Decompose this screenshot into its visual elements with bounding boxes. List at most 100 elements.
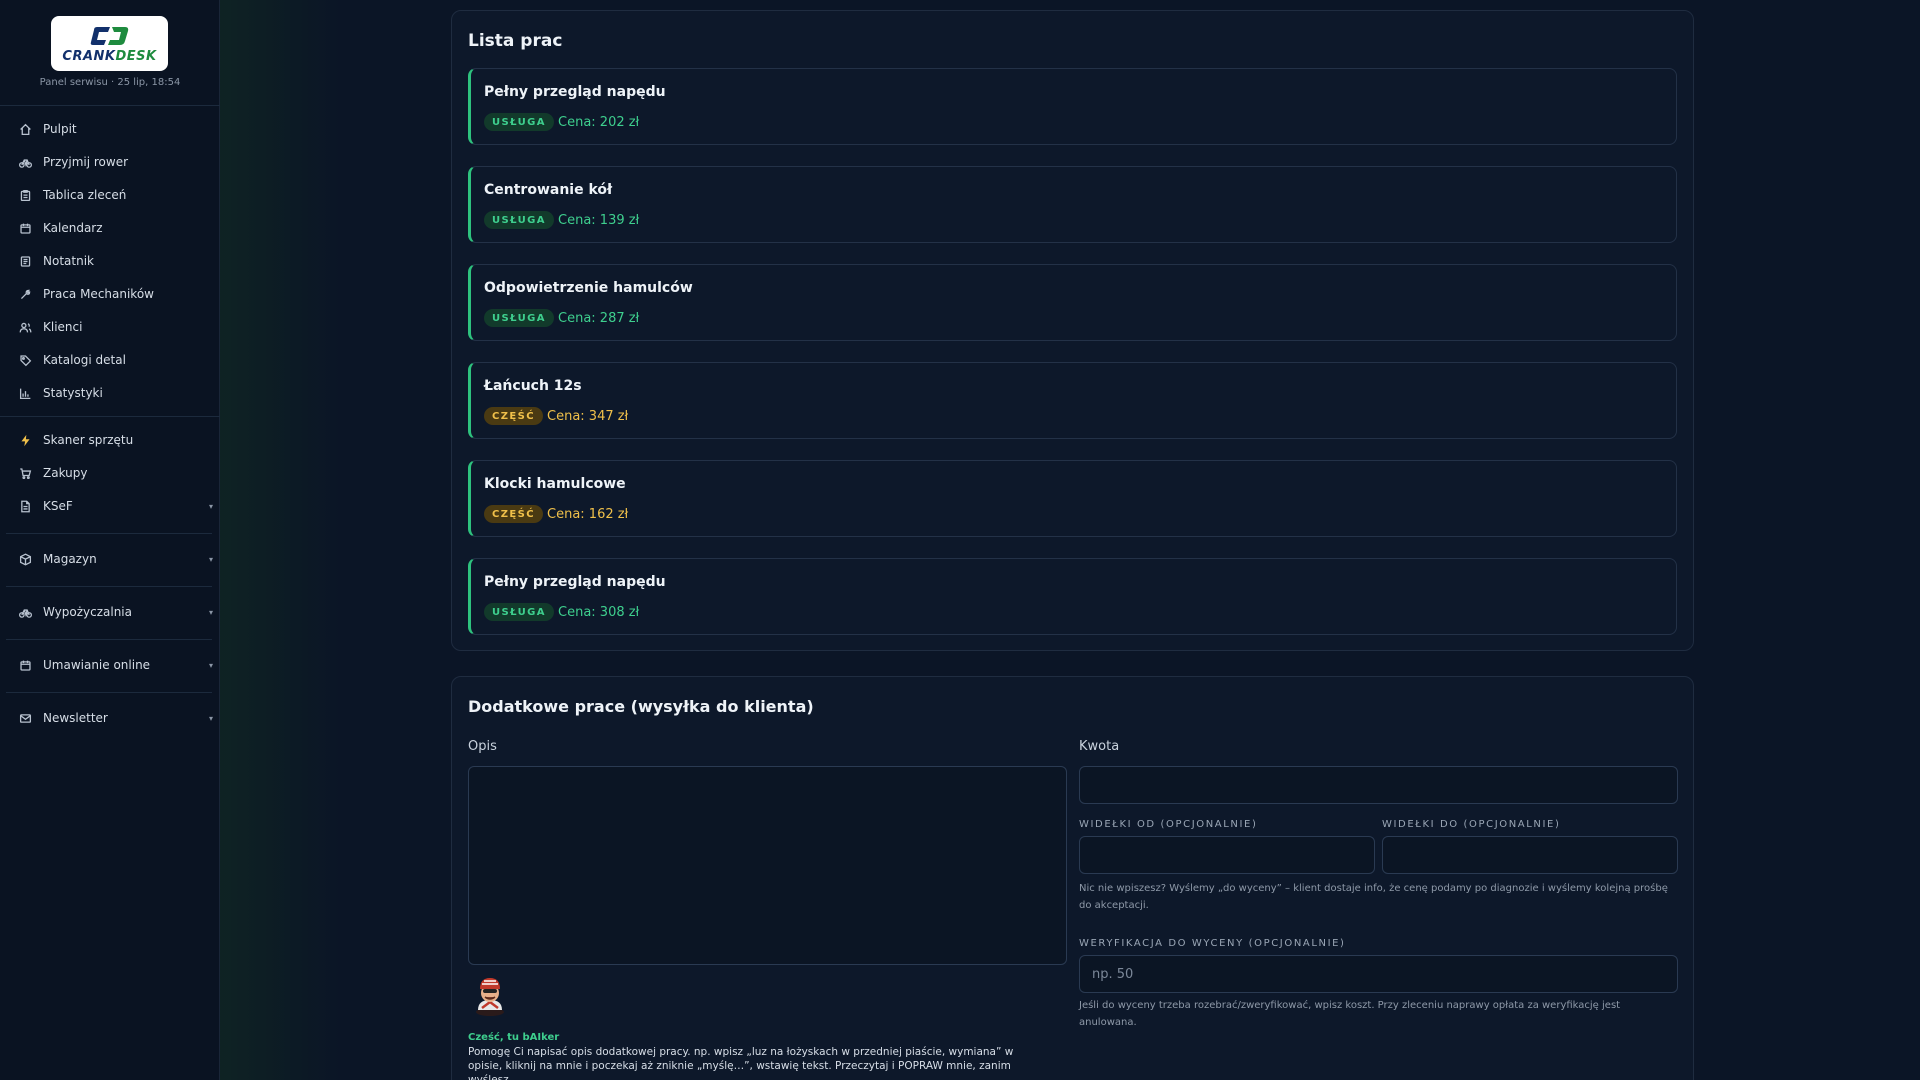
sidebar-item-statystyki[interactable]: Statystyki	[18, 383, 213, 403]
sidebar-item-label: Tablica zleceń	[43, 188, 127, 202]
mail-icon	[18, 711, 32, 725]
type-badge: CZĘŚĆ	[484, 505, 543, 523]
tag-icon	[18, 353, 32, 367]
work-item-name: Pełny przegląd napędu	[484, 574, 666, 590]
verification-hint: Jeśli do wyceny trzeba rozebrać/zweryfik…	[1079, 1000, 1621, 1028]
bike-icon	[18, 155, 32, 169]
sidebar-item-label: Umawianie online	[43, 658, 151, 672]
sidebar-group-umawianie-online[interactable]: Umawianie online ▾	[18, 655, 213, 675]
range-from-input[interactable]	[1079, 836, 1375, 874]
work-item[interactable]: Centrowanie kół USŁUGA Cena: 139 zł	[468, 166, 1677, 243]
range-to-label: WIDEŁKI DO (OPCJONALNIE)	[1382, 819, 1561, 830]
calendar-icon	[18, 658, 32, 672]
chevron-down-icon: ▾	[208, 660, 213, 670]
work-item-name: Odpowietrzenie hamulców	[484, 280, 693, 296]
work-list-panel: Lista prac Pełny przegląd napędu USŁUGA …	[451, 10, 1694, 651]
sidebar-item-pulpit[interactable]: Pulpit	[18, 119, 213, 139]
sidebar-group-newsletter[interactable]: Newsletter ▾	[18, 708, 213, 728]
chevron-down-icon: ▾	[208, 713, 213, 723]
sidebar-item-label: Klienci	[43, 320, 83, 334]
box-icon	[18, 552, 32, 566]
sidebar-item-skaner-sprzetu[interactable]: Skaner sprzętu	[18, 430, 213, 450]
nav-divider	[0, 105, 220, 106]
work-item-name: Pełny przegląd napędu	[484, 84, 666, 100]
sidebar-item-przyjmij-rower[interactable]: Przyjmij rower	[18, 152, 213, 172]
sidebar-item-label: Skaner sprzętu	[43, 433, 134, 447]
chevron-down-icon: ▾	[208, 554, 213, 564]
range-from-label: WIDEŁKI OD (OPCJONALNIE)	[1079, 819, 1258, 830]
users-icon	[18, 320, 32, 334]
wrench-icon	[18, 287, 32, 301]
panel-subtitle: Panel serwisu · 25 lip, 18:54	[39, 77, 181, 88]
range-to-input[interactable]	[1382, 836, 1678, 874]
type-badge: USŁUGA	[484, 603, 554, 621]
type-badge: USŁUGA	[484, 309, 554, 327]
range-hint: Nic nie wpiszesz? Wyślemy „do wyceny” – …	[1079, 883, 1668, 911]
nav-divider	[6, 533, 212, 534]
sidebar: CRANKDESK Panel serwisu · 25 lip, 18:54 …	[0, 0, 220, 1080]
sidebar-item-label: Magazyn	[43, 552, 97, 566]
sidebar-item-klienci[interactable]: Klienci	[18, 317, 213, 337]
sidebar-item-label: Newsletter	[43, 711, 108, 725]
amount-input[interactable]	[1079, 766, 1678, 804]
crankdesk-logo-icon	[90, 26, 128, 45]
sidebar-item-notatnik[interactable]: Notatnik	[18, 251, 213, 271]
work-item[interactable]: Pełny przegląd napędu USŁUGA Cena: 202 z…	[468, 68, 1677, 145]
bot-title: Cześć, tu bAIker	[468, 1032, 560, 1043]
document-icon	[18, 499, 32, 513]
sidebar-item-label: Wypożyczalnia	[43, 605, 132, 619]
sidebar-item-zakupy[interactable]: Zakupy	[18, 463, 213, 483]
sidebar-item-label: Notatnik	[43, 254, 94, 268]
work-item-price: Cena: 347 zł	[547, 408, 629, 424]
clipboard-icon	[18, 188, 32, 202]
sidebar-item-praca-mechanikow[interactable]: Praca Mechaników	[18, 284, 213, 304]
bot-help-text: Pomogę Ci napisać opis dodatkowej pracy.…	[468, 1046, 1014, 1080]
background-glow	[220, 0, 340, 1080]
sidebar-item-tablica-zlecen[interactable]: Tablica zleceń	[18, 185, 213, 205]
work-item[interactable]: Pełny przegląd napędu USŁUGA Cena: 308 z…	[468, 558, 1677, 635]
work-item-name: Klocki hamulcowe	[484, 476, 626, 492]
type-badge: USŁUGA	[484, 211, 554, 229]
sidebar-group-wypozyczalnia[interactable]: Wypożyczalnia ▾	[18, 602, 213, 622]
sidebar-item-label: Praca Mechaników	[43, 287, 154, 301]
chevron-down-icon: ▾	[208, 501, 213, 511]
baiker-bot-avatar-icon[interactable]	[468, 972, 512, 1016]
sidebar-item-ksef[interactable]: KSeF ▾	[18, 496, 213, 516]
home-icon	[18, 122, 32, 136]
sidebar-group-magazyn[interactable]: Magazyn ▾	[18, 549, 213, 569]
work-item[interactable]: Łańcuch 12s CZĘŚĆ Cena: 347 zł	[468, 362, 1677, 439]
sidebar-item-label: Kalendarz	[43, 221, 103, 235]
work-item-price: Cena: 308 zł	[558, 604, 640, 620]
notebook-icon	[18, 254, 32, 268]
sidebar-item-label: Zakupy	[43, 466, 88, 480]
bar-chart-icon	[18, 386, 32, 400]
logo[interactable]: CRANKDESK	[51, 16, 168, 71]
nav-divider	[6, 586, 212, 587]
work-item[interactable]: Klocki hamulcowe CZĘŚĆ Cena: 162 zł	[468, 460, 1677, 537]
bike-icon	[18, 605, 32, 619]
work-item-price: Cena: 139 zł	[558, 212, 640, 228]
type-badge: CZĘŚĆ	[484, 407, 543, 425]
work-item-price: Cena: 162 zł	[547, 506, 629, 522]
calendar-icon	[18, 221, 32, 235]
lightning-icon	[18, 433, 32, 447]
description-textarea[interactable]	[468, 766, 1067, 965]
sidebar-item-label: Przyjmij rower	[43, 155, 129, 169]
nav-divider	[6, 639, 212, 640]
sidebar-item-label: Pulpit	[43, 122, 77, 136]
type-badge: USŁUGA	[484, 113, 554, 131]
sidebar-item-label: Statystyki	[43, 386, 103, 400]
sidebar-item-label: Katalogi detal	[43, 353, 126, 367]
panel-title: Lista prac	[468, 31, 563, 51]
cart-icon	[18, 466, 32, 480]
work-item[interactable]: Odpowietrzenie hamulców USŁUGA Cena: 287…	[468, 264, 1677, 341]
sidebar-item-kalendarz[interactable]: Kalendarz	[18, 218, 213, 238]
description-label: Opis	[468, 739, 497, 754]
chevron-down-icon: ▾	[208, 607, 213, 617]
verification-label: WERYFIKACJA DO WYCENY (OPCJONALNIE)	[1079, 938, 1346, 949]
work-item-price: Cena: 287 zł	[558, 310, 640, 326]
verification-input[interactable]	[1079, 955, 1678, 993]
work-item-name: Centrowanie kół	[484, 182, 613, 198]
sidebar-item-katalogi-detal[interactable]: Katalogi detal	[18, 350, 213, 370]
work-item-name: Łańcuch 12s	[484, 378, 582, 394]
